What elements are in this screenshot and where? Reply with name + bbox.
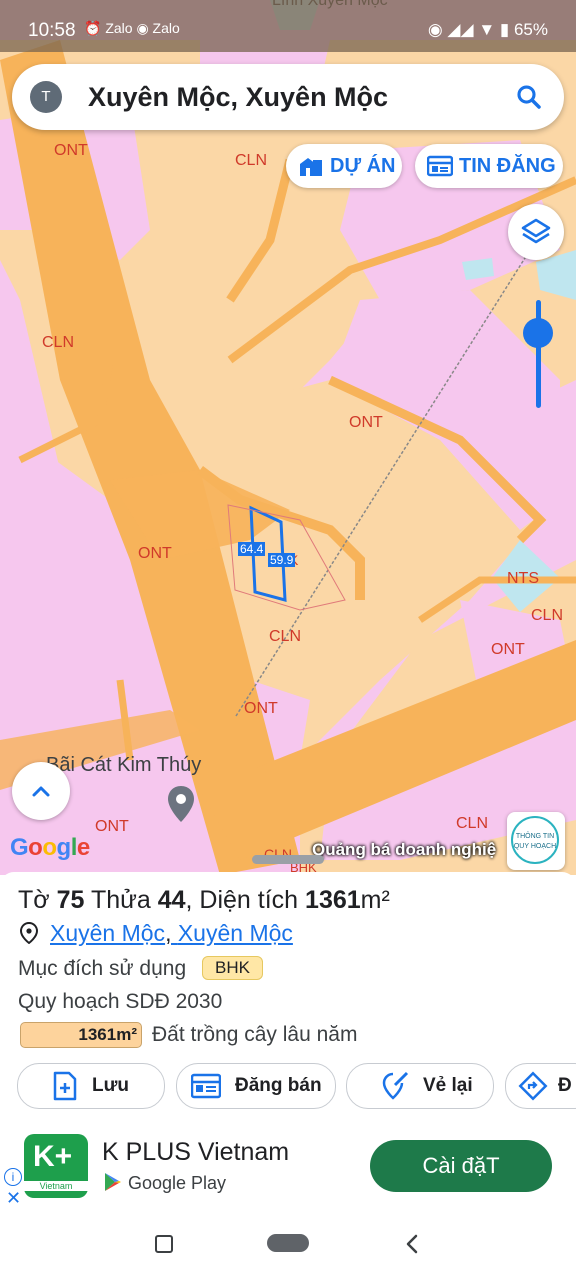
zone-label: ONT [138, 545, 172, 562]
status-time: 10:58 [28, 20, 76, 41]
zone-label: NTS [507, 570, 539, 587]
plan-label: Quy hoạch SDĐ 2030 [18, 990, 223, 1013]
zone-label: ONT [491, 641, 525, 658]
zone-label: ONT [95, 818, 129, 835]
location-separator: , [165, 920, 178, 946]
location-pin-icon [19, 922, 39, 944]
save-button[interactable]: Lưu [17, 1063, 165, 1109]
recent-apps-button[interactable] [155, 1235, 173, 1253]
parcel-dimension-label: 64.4 [238, 542, 266, 556]
listing-icon [427, 155, 453, 177]
app-logo-text: K+ [33, 1140, 73, 1173]
ad-store: Google Play [104, 1172, 226, 1194]
expand-up-button[interactable] [12, 762, 70, 820]
search-query[interactable]: Xuyên Mộc, Xuyên Mộc [88, 82, 388, 113]
status-bar: Lính Xuyên Mộc 10:58 ⏰ Zalo ◉ Zalo ◉ ◢◢ … [0, 0, 576, 52]
zone-label: ONT [54, 142, 88, 159]
area-label: , Diện tích [185, 886, 299, 914]
du-an-button[interactable]: DỰ ÁN [286, 144, 402, 188]
map-canvas[interactable] [0, 0, 576, 875]
zone-label: CLN [42, 334, 75, 351]
qh-info-button[interactable]: THÔNG TIN QUY HOẠCH [507, 812, 565, 870]
location-link-2[interactable]: Xuyên Mộc [178, 920, 293, 946]
building-icon [300, 158, 322, 176]
system-nav-bar [0, 1214, 576, 1280]
area-value: 1361 [305, 886, 361, 914]
app-logo-sub: Vietnam [24, 1181, 88, 1191]
google-logo: Google [10, 834, 90, 861]
search-icon[interactable] [514, 82, 544, 112]
status-app-icons: ⏰ Zalo ◉ Zalo [84, 20, 180, 36]
ad-app-name[interactable]: K PLUS Vietnam [102, 1138, 289, 1167]
zone-label: CLN [531, 607, 564, 624]
add-document-icon [53, 1071, 77, 1101]
post-sale-label: Đăng bán [235, 1075, 322, 1096]
ad-info-icon[interactable]: i [4, 1168, 22, 1186]
thua-value: 44 [157, 886, 186, 914]
directions-label: Đ [558, 1075, 572, 1096]
ad-banner[interactable]: i ✕ K+ Vietnam K PLUS Vietnam Google Pla… [0, 1122, 576, 1214]
map-view[interactable]: ONT CLN CLN ONT ONT CLN NTS CLN ONT ONT … [0, 0, 576, 875]
parcel-title: Tờ 75 Thửa 44, Diện tích 1361m² [18, 886, 390, 915]
directions-icon [518, 1071, 548, 1101]
opacity-slider-handle[interactable] [523, 318, 553, 348]
google-play-icon [105, 1173, 121, 1191]
to-label: Tờ [18, 886, 50, 914]
promo-text[interactable]: Quảng bá doanh nghiệ [312, 840, 496, 860]
signal-icon: ◢◢ [447, 20, 474, 39]
to-value: 75 [56, 886, 85, 914]
battery-level: 65% [513, 20, 548, 39]
purpose-badge: BHK [202, 956, 263, 980]
du-an-label: DỰ ÁN [330, 154, 396, 177]
opacity-slider-track[interactable] [536, 300, 541, 408]
layers-icon [521, 218, 551, 244]
zone-label: CLN [456, 815, 489, 832]
battery-icon: ▮ [499, 20, 510, 39]
zone-label: ONT [349, 414, 383, 431]
avatar[interactable]: T [30, 81, 62, 113]
draw-pin-icon [382, 1071, 409, 1100]
parcel-info-panel: Tờ 75 Thửa 44, Diện tích 1361m² Xuyên Mộ… [0, 872, 576, 1122]
zone-label: ONT [244, 700, 278, 717]
app-logo[interactable]: K+ Vietnam [24, 1134, 88, 1198]
plan-landuse: Đất trồng cây lâu năm [152, 1023, 358, 1046]
parcel-location[interactable]: Xuyên Mộc, Xuyên Mộc [18, 920, 293, 947]
back-button[interactable] [402, 1232, 422, 1256]
layers-button[interactable] [508, 204, 564, 260]
plan-area-badge: 1361m² [20, 1022, 142, 1048]
map-pin-icon[interactable] [166, 784, 196, 824]
redraw-label: Vẻ lại [423, 1075, 473, 1096]
qh-badge: THÔNG TIN QUY HOẠCH [511, 816, 559, 864]
save-label: Lưu [92, 1075, 129, 1096]
location-icon: ◉ [427, 20, 443, 39]
zone-label: CLN [269, 628, 302, 645]
listing-icon [191, 1073, 221, 1099]
sheet-drag-handle[interactable] [252, 855, 324, 864]
wifi-icon: ▼ [478, 20, 496, 39]
ad-store-label: Google Play [128, 1173, 227, 1193]
home-button[interactable] [267, 1234, 309, 1252]
status-right: ◉ ◢◢ ▼ ▮ 65% [428, 20, 548, 40]
area-unit: m² [360, 886, 390, 914]
zone-label: CLN [235, 152, 268, 169]
redraw-button[interactable]: Vẻ lại [346, 1063, 494, 1109]
chevron-up-icon [32, 786, 50, 797]
purpose-label: Mục đích sử dụng [18, 957, 187, 980]
tin-dang-label: TIN ĐĂNG [459, 154, 556, 177]
purpose-row: Mục đích sử dụng BHK [18, 956, 263, 981]
thua-label: Thửa [90, 886, 151, 914]
search-bar[interactable]: T Xuyên Mộc, Xuyên Mộc [12, 64, 564, 130]
post-sale-button[interactable]: Đăng bán [176, 1063, 336, 1109]
tin-dang-button[interactable]: TIN ĐĂNG [415, 144, 563, 188]
install-button[interactable]: Cài đặT [370, 1140, 552, 1192]
parcel-dimension-label: 59.9 [268, 553, 296, 567]
partial-map-label: Lính Xuyên Mộc [272, 0, 388, 9]
directions-button[interactable]: Đ [505, 1063, 576, 1109]
location-link-1[interactable]: Xuyên Mộc [50, 920, 165, 946]
ad-close-icon[interactable]: ✕ [6, 1188, 21, 1209]
